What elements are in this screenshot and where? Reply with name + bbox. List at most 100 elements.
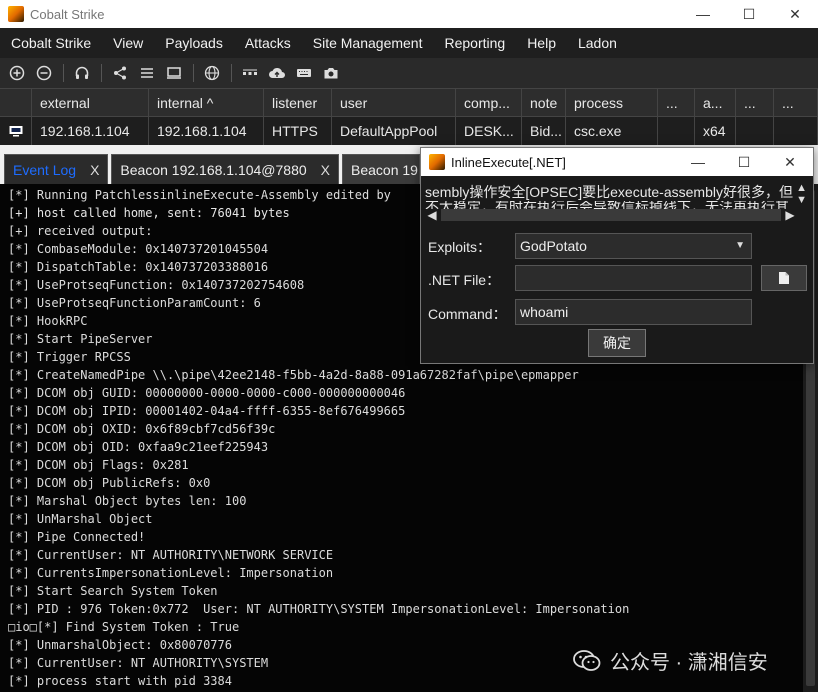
minimize-button[interactable]: —	[680, 0, 726, 28]
console-line: [*] Start Search System Token	[8, 584, 218, 598]
column-header-process[interactable]: process	[566, 88, 658, 117]
maximize-button[interactable]: ☐	[726, 0, 772, 28]
dialog-window-controls: — ☐ ✕	[675, 148, 813, 176]
ok-button[interactable]: 确定	[588, 329, 646, 357]
toolbar	[0, 58, 818, 88]
console-line: [*] Pipe Connected!	[8, 530, 146, 544]
net-file-input[interactable]	[515, 265, 752, 291]
exploits-selected-value: GodPotato	[520, 238, 587, 254]
cell-sleep	[774, 117, 818, 145]
column-header-pid[interactable]: ...	[658, 88, 695, 117]
column-header-note[interactable]: note	[522, 88, 566, 117]
column-header-last[interactable]: ...	[736, 88, 774, 117]
beacon-table: external internal ^ listener user comp..…	[0, 88, 818, 145]
dialog-close-button[interactable]: ✕	[767, 148, 813, 176]
cell-last	[736, 117, 774, 145]
toolbar-separator	[231, 64, 232, 82]
notice-horizontal-scrollbar[interactable]: ◀ ▶	[425, 208, 797, 222]
console-line: [*] DCOM obj Flags: 0x281	[8, 458, 189, 472]
menu-reporting[interactable]: Reporting	[433, 28, 516, 58]
column-header-computer[interactable]: comp...	[456, 88, 522, 117]
exploits-label: Exploits：	[428, 239, 492, 255]
camera-icon[interactable]	[318, 60, 344, 86]
menu-ladon[interactable]: Ladon	[567, 28, 628, 58]
console-line: [*] CurrentUser: NT AUTHORITY\NETWORK SE…	[8, 548, 334, 562]
chevron-down-icon[interactable]: ▼	[796, 194, 807, 206]
cell-computer: DESK...	[456, 117, 522, 145]
close-button[interactable]: ✕	[772, 0, 818, 28]
column-header-arch[interactable]: a...	[695, 88, 736, 117]
globe-icon[interactable]	[199, 60, 225, 86]
chevron-down-icon: ▼	[735, 240, 745, 251]
table-row[interactable]: 192.168.1.104 192.168.1.104 HTTPS Defaul…	[0, 117, 818, 145]
cell-process: csc.exe	[566, 117, 658, 145]
console-line: [*] DCOM obj OXID: 0x6f89cbf7cd56f39c	[8, 422, 276, 436]
file-icon	[779, 272, 789, 284]
window-controls: — ☐ ✕	[680, 0, 818, 28]
column-header-user[interactable]: user	[332, 88, 456, 117]
column-header-listener[interactable]: listener	[264, 88, 332, 117]
cell-listener: HTTPS	[264, 117, 332, 145]
plus-circle-icon[interactable]	[4, 60, 30, 86]
menu-cobalt-strike[interactable]: Cobalt Strike	[0, 28, 102, 58]
title-bar: Cobalt Strike — ☐ ✕	[0, 0, 818, 28]
tab-event-log[interactable]: Event Log X	[4, 154, 109, 184]
headphones-icon[interactable]	[69, 60, 95, 86]
minus-circle-icon[interactable]	[31, 60, 57, 86]
dialog-title: InlineExecute[.NET]	[451, 154, 566, 170]
browse-file-button[interactable]	[761, 265, 807, 291]
console-line: □io□[*] Find System Token : True	[8, 620, 240, 634]
cobalt-strike-logo-icon	[429, 154, 445, 170]
dialog-minimize-button[interactable]: —	[675, 148, 721, 176]
toolbar-separator	[193, 64, 194, 82]
command-label: Command：	[428, 306, 507, 322]
tab-label: Event Log	[13, 161, 77, 178]
column-header-icon	[0, 88, 32, 117]
cloud-upload-icon[interactable]	[264, 60, 290, 86]
tab-label: Beacon 19	[351, 161, 418, 178]
toolbar-separator	[101, 64, 102, 82]
menu-help[interactable]: Help	[516, 28, 567, 58]
chevron-right-icon[interactable]: ▶	[783, 208, 797, 222]
menu-payloads[interactable]: Payloads	[154, 28, 234, 58]
toolbar-separator	[63, 64, 64, 82]
net-file-label: .NET File：	[428, 272, 501, 288]
keyboard-icon[interactable]	[291, 60, 317, 86]
monitor-icon[interactable]	[161, 60, 187, 86]
scrollbar-track[interactable]	[441, 209, 781, 221]
chevron-up-icon[interactable]: ▲	[796, 182, 807, 194]
cobalt-strike-logo-icon	[8, 6, 24, 22]
console-line: [*] DCOM obj OID: 0xfaa9c21eef225943	[8, 440, 269, 454]
table-header: external internal ^ listener user comp..…	[0, 88, 818, 117]
wechat-icon	[573, 649, 601, 671]
exploits-dropdown[interactable]: GodPotato ▼	[515, 233, 752, 259]
console-line: [*] CurrentsImpersonationLevel: Imperson…	[8, 566, 334, 580]
tab-close-button[interactable]: X	[321, 162, 330, 178]
command-input[interactable]	[515, 299, 752, 325]
cell-user: DefaultAppPool	[332, 117, 456, 145]
tab-close-button[interactable]: X	[90, 162, 99, 178]
column-header-internal[interactable]: internal ^	[149, 88, 264, 117]
column-header-sleep[interactable]: ...	[774, 88, 818, 117]
dialog-title-bar: InlineExecute[.NET] — ☐ ✕	[421, 148, 813, 176]
window-title: Cobalt Strike	[30, 6, 105, 22]
menu-view[interactable]: View	[102, 28, 154, 58]
menu-site-management[interactable]: Site Management	[302, 28, 434, 58]
column-header-external[interactable]: external	[32, 88, 149, 117]
share-icon[interactable]	[107, 60, 133, 86]
tab-beacon-2[interactable]: Beacon 19	[342, 154, 421, 184]
console-line: [*] DCOM obj PublicRefs: 0x0	[8, 476, 211, 490]
cell-external: 192.168.1.104	[32, 117, 149, 145]
cell-note: Bid...	[522, 117, 566, 145]
console-line: [*] Marshal Object bytes len: 100	[8, 494, 247, 508]
menu-attacks[interactable]: Attacks	[234, 28, 302, 58]
cell-arch: x64	[695, 117, 736, 145]
dots-icon[interactable]	[237, 60, 263, 86]
tab-beacon-1[interactable]: Beacon 192.168.1.104@7880 X	[111, 154, 340, 184]
console-line: [*] PID : 976 Token:0x772 User: NT AUTHO…	[8, 602, 630, 616]
dialog-maximize-button[interactable]: ☐	[721, 148, 767, 176]
console-line: [*] DCOM obj GUID: 00000000-0000-0000-c0…	[8, 386, 406, 400]
cell-pid	[658, 117, 695, 145]
chevron-left-icon[interactable]: ◀	[425, 208, 439, 222]
list-icon[interactable]	[134, 60, 160, 86]
